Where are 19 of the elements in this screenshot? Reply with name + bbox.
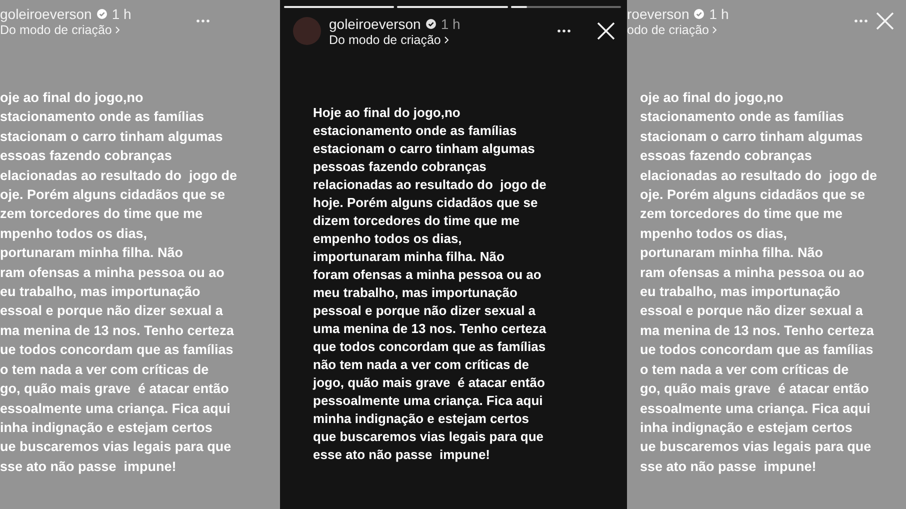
subtitle[interactable]: Do modo de criação [329, 32, 549, 46]
username: roeverson [627, 6, 690, 22]
chevron-right-icon [712, 26, 718, 34]
post-time: 1 h [440, 16, 460, 32]
chevron-right-icon [114, 26, 120, 34]
story-text: oje ao final do jogo,no stacionamento onde as famílias stacionam o carro tinham algumas essoas fazendo cobranças elacionadas ao resultado do jogo de oje. Porém alguns cidadãos que se zem torcedores do time que me mpenho todos os dias, portunaram minha filha. Não ram ofensas a minha pessoa ou ao eu trabalho, mas importunação essoal e porque não dizer sexual a ma menina de 13 nos. Tenho certeza ue todos concordam que as famílias o tem nada a ver com críticas de go, quão mais grave é atacar então essoalmente uma criança. Fica aqui inha indignação e estejam certos ue buscaremos vias legais para que sse ato não passe impune! [640, 89, 878, 476]
story-text: oje ao final do jogo,no stacionamento onde as famílias stacionam o carro tinham algumas essoas fazendo cobranças elacionadas ao resultado do jogo de oje. Porém alguns cidadãos que se zem torcedores do time que me mpenho todos os dias, portunaram minha filha. Não ram ofensas a minha pessoa ou ao eu trabalho, mas importunação essoal e porque não dizer sexual a ma menina de 13 nos. Tenho certeza ue todos concordam que as famílias o tem nada a ver com críticas de go, quão mais grave é atacar então essoalmente uma criança. Fica aqui inha indignação e estejam certos ue buscaremos vias legais para que sse ato não passe impune! [0, 89, 238, 476]
verified-badge-icon [96, 8, 107, 18]
story-text: Hoje ao final do jogo,no estacionamento onde as famílias estacionam o carro tinham algumas pessoas fazendo cobranças relacionadas ao resultado do jogo de hoje. Porém alguns cidadãos que se dizem torcedores do time que me empenho todos os dias, importunaram minha filha. Não foram ofensas a minha pessoa ou ao meu trabalho, mas importunação pessoal e porque não dizer sexual a uma menina de 13 nos. Tenho certeza que todos concordam que as famílias não tem nada a ver com críticas de jogo, quão mais grave é atacar então pessoalmente uma criança. Fica aqui minha indignação e estejam certos que buscaremos vias legais para que esse ato não passe impune! [313, 104, 548, 464]
close-icon[interactable] [597, 22, 615, 40]
more-options-icon[interactable] [557, 29, 571, 33]
username: goleiroeverson [0, 6, 92, 22]
subtitle: odo de criação [627, 22, 846, 36]
verified-badge-icon [694, 8, 704, 18]
chevron-right-icon [444, 36, 449, 44]
subtitle: Do modo de criação [0, 22, 188, 36]
post-time: 1 h [112, 6, 132, 22]
post-time: 1 h [709, 6, 729, 22]
username[interactable]: goleiroeverson [329, 16, 421, 32]
